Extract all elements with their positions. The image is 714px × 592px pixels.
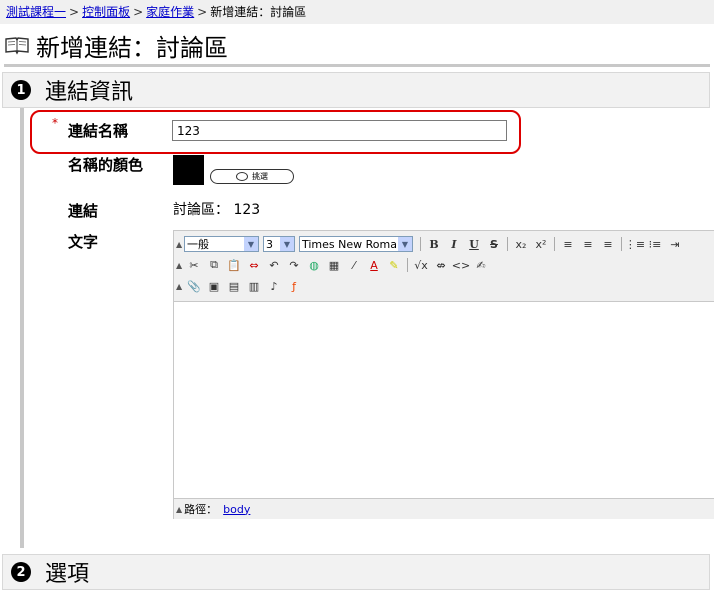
breadcrumb-link-control-panel[interactable]: 控制面板 — [82, 5, 130, 19]
toolbar-row-1: ▲ 一般 ▼ 3 ▼ Times New Roman ▼ B I U S x₂ x² … — [176, 234, 685, 254]
editor-toolbar: ▲ 一般 ▼ 3 ▼ Times New Roman ▼ B I U S x₂ x² … — [174, 231, 714, 302]
underline-icon[interactable]: U — [466, 236, 482, 252]
font-family-select[interactable]: Times New Roman ▼ — [299, 236, 413, 252]
spell-check-icon[interactable]: ✍ — [473, 257, 489, 273]
toolbar-row-2: ▲ ✂ ⧉ 📋 ⇔ ↶ ↷ ◍ ▦ ⁄ A ✎ √x ⇎ <> ✍ — [176, 255, 491, 275]
toolbar-separator — [420, 237, 421, 251]
equation-icon[interactable]: √x — [413, 257, 429, 273]
font-size-value: 3 — [266, 237, 273, 251]
chevron-down-icon: ▼ — [398, 237, 412, 251]
chevron-down-icon: ▼ — [280, 237, 294, 251]
attach-file-icon[interactable]: 📎 — [186, 278, 202, 294]
highlight-annotation — [30, 110, 521, 154]
flash-icon[interactable]: ƒ — [286, 278, 302, 294]
book-icon — [5, 37, 29, 55]
chevron-down-icon: ▼ — [244, 237, 258, 251]
strikethrough-icon[interactable]: S — [486, 236, 502, 252]
insert-link-icon[interactable]: ◍ — [306, 257, 322, 273]
format-select[interactable]: 一般 ▼ — [184, 236, 259, 252]
pick-color-button[interactable]: 挑選 — [210, 169, 294, 184]
toolbar-grip-icon: ▲ — [176, 281, 183, 291]
breadcrumb-link-homework[interactable]: 家庭作業 — [146, 5, 194, 19]
color-swatch — [173, 155, 204, 185]
insert-image-icon[interactable]: ▣ — [206, 278, 222, 294]
breadcrumb-separator: > — [69, 5, 80, 19]
paste-icon[interactable]: 📋 — [226, 257, 242, 273]
insert-table-icon[interactable]: ▦ — [326, 257, 342, 273]
status-path-link[interactable]: body — [223, 503, 250, 516]
align-center-icon[interactable]: ≡ — [580, 236, 596, 252]
section-header-options: 2 選項 — [2, 554, 710, 590]
rich-text-editor: ▲ 一般 ▼ 3 ▼ Times New Roman ▼ B I U S x₂ x² … — [173, 230, 714, 519]
format-select-value: 一般 — [187, 238, 209, 251]
section-header-link-info: 1 連結資訊 — [2, 72, 710, 108]
toolbar-separator — [407, 258, 408, 272]
section-title: 選項 — [45, 562, 90, 587]
align-left-icon[interactable]: ≡ — [560, 236, 576, 252]
link-label: 連結 — [68, 202, 99, 220]
section-side-bar — [20, 108, 24, 548]
breadcrumb-separator: > — [133, 5, 144, 19]
insert-audio-icon[interactable]: ♪ — [266, 278, 282, 294]
cut-icon[interactable]: ✂ — [186, 257, 202, 273]
toolbar-separator — [507, 237, 508, 251]
insert-media-icon[interactable]: ▤ — [226, 278, 242, 294]
title-divider — [4, 64, 710, 67]
undo-icon[interactable]: ↶ — [266, 257, 282, 273]
insert-document-icon[interactable]: ▥ — [246, 278, 262, 294]
toolbar-row-3: ▲ 📎 ▣ ▤ ▥ ♪ ƒ — [176, 276, 304, 296]
toolbar-grip-icon: ▲ — [176, 504, 183, 514]
section-number: 1 — [11, 80, 31, 100]
italic-icon[interactable]: I — [446, 236, 462, 252]
special-char-icon[interactable]: ⇎ — [433, 257, 449, 273]
bullet-list-icon[interactable]: ⁝≡ — [647, 236, 663, 252]
html-source-icon[interactable]: <> — [452, 257, 470, 273]
page-title-text: 新增連結：討論區 — [36, 33, 228, 62]
superscript-icon[interactable]: x² — [533, 236, 549, 252]
section-number: 2 — [11, 562, 31, 582]
section-title: 連結資訊 — [45, 80, 134, 105]
toolbar-separator — [554, 237, 555, 251]
breadcrumb-separator: > — [197, 5, 208, 19]
font-family-value: Times New Roman — [302, 237, 404, 251]
link-value: 討論區： 123 — [173, 202, 261, 218]
name-color-label: 名稱的顏色 — [68, 156, 144, 174]
highlight-color-icon[interactable]: ✎ — [386, 257, 402, 273]
breadcrumb-current: 新增連結：討論區 — [210, 5, 307, 19]
toolbar-grip-icon: ▲ — [176, 239, 183, 249]
font-size-select[interactable]: 3 ▼ — [263, 236, 295, 252]
copy-icon[interactable]: ⧉ — [206, 257, 222, 273]
breadcrumb: 測試課程一 > 控制面板 > 家庭作業 > 新增連結：討論區 — [0, 0, 714, 24]
palette-icon — [236, 172, 248, 181]
page-title: 新增連結：討論區 — [4, 28, 228, 62]
editor-statusbar: ▲ 路徑： body — [174, 498, 714, 519]
bold-icon[interactable]: B — [426, 236, 442, 252]
numbered-list-icon[interactable]: ⋮≡ — [625, 236, 645, 252]
align-right-icon[interactable]: ≡ — [600, 236, 616, 252]
horizontal-rule-icon[interactable]: ⁄ — [346, 257, 362, 273]
status-path-label: 路徑： — [184, 503, 218, 516]
subscript-icon[interactable]: x₂ — [513, 236, 529, 252]
text-label: 文字 — [68, 233, 99, 251]
toolbar-grip-icon: ▲ — [176, 260, 183, 270]
pick-color-label: 挑選 — [252, 172, 268, 181]
toolbar-separator — [621, 237, 622, 251]
text-color-icon[interactable]: A — [366, 257, 382, 273]
breadcrumb-link-course[interactable]: 測試課程一 — [6, 5, 66, 19]
redo-icon[interactable]: ↷ — [286, 257, 302, 273]
editor-content-area[interactable] — [174, 302, 714, 498]
indent-icon[interactable]: ⇥ — [667, 236, 683, 252]
find-replace-icon[interactable]: ⇔ — [246, 257, 262, 273]
